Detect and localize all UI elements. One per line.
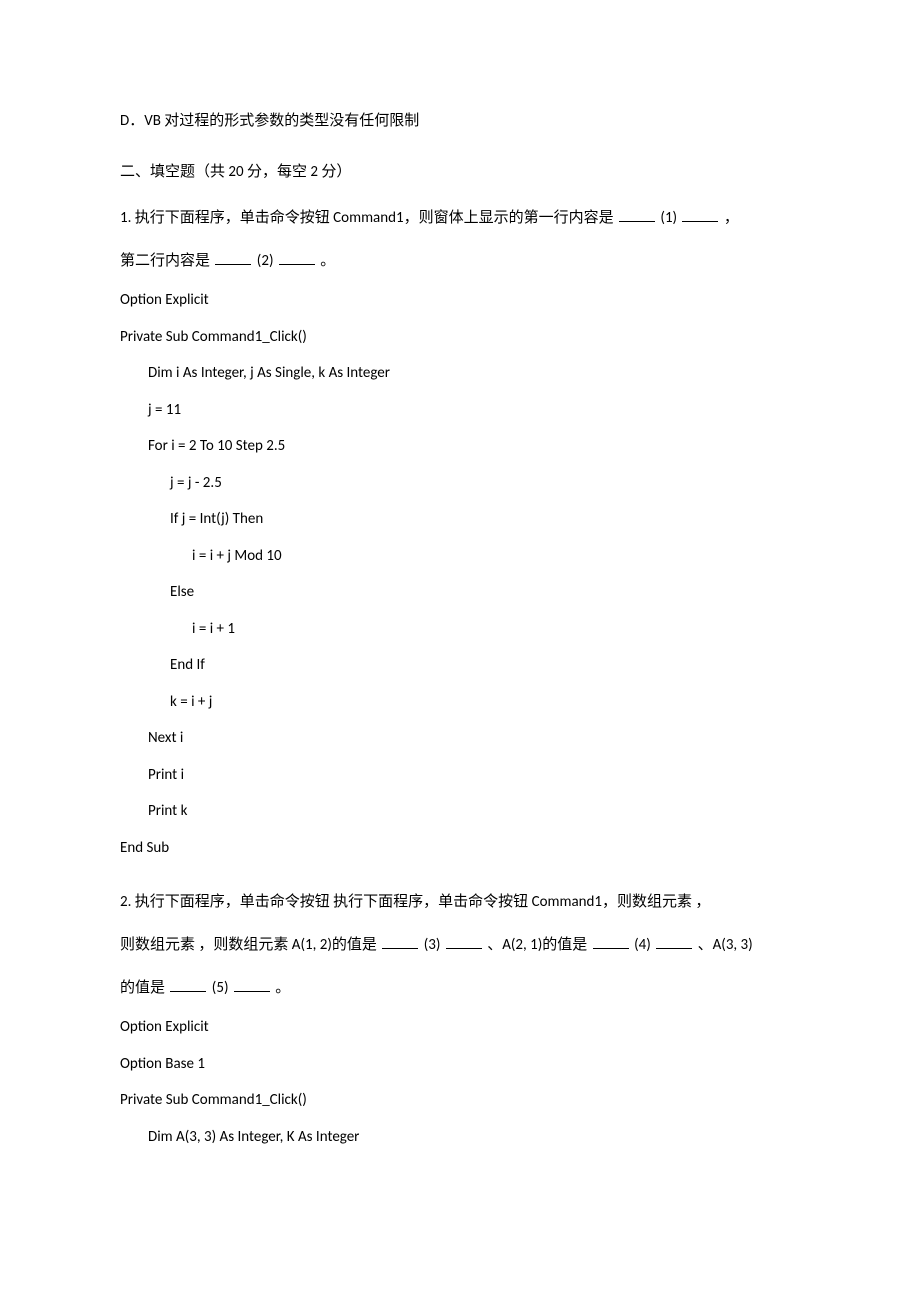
q1-line2-a: 第二行内容是 (120, 252, 213, 270)
q1-code-l3: Dim i As Integer, j As Single, k As Inte… (120, 362, 800, 385)
q1-code-l1: Option Explicit (120, 289, 800, 312)
q1-code-l9: Else (120, 581, 800, 604)
blank-left-2 (215, 249, 251, 265)
q1-code-l5: For i = 2 To 10 Step 2.5 (120, 435, 800, 458)
blank-right-3 (446, 933, 482, 949)
blank-left-1 (619, 206, 655, 222)
blank-right-4 (656, 933, 692, 949)
blank-right-5 (234, 976, 270, 992)
document-page: D．VB 对过程的形式参数的类型没有任何限制 二、填空题（共 20 分，每空 2… (0, 0, 920, 1208)
q1-code-l15: Print k (120, 800, 800, 823)
blank-left-4 (593, 933, 629, 949)
q1-code-l10: i = i + 1 (120, 618, 800, 641)
q2-intro-line1: 2. 执行下面程序，单击命令按钮 执行下面程序，单击命令按钮 Command1，… (120, 889, 800, 916)
section-2-heading: 二、填空题（共 20 分，每空 2 分） (120, 161, 800, 184)
q2-line3-b: 。 (275, 979, 290, 997)
q1-intro-line2: 第二行内容是 (2) 。 (120, 248, 800, 275)
q1-code-l11: End If (120, 654, 800, 677)
q1-code-l6: j = j - 2.5 (120, 472, 800, 495)
blank-3-label: (3) (420, 936, 443, 954)
blank-5-label: (5) (208, 979, 231, 997)
q1-code-l13: Next i (120, 727, 800, 750)
q1-intro-part-a: 1. 执行下面程序，单击命令按钮 Command1，则窗体上显示的第一行内容是 (120, 209, 617, 227)
q2-mid-b: 、A(3, 3) (698, 936, 753, 954)
q1-code-l2: Private Sub Command1_Click() (120, 326, 800, 349)
q1-intro-line1: 1. 执行下面程序，单击命令按钮 Command1，则窗体上显示的第一行内容是 … (120, 205, 800, 232)
q2-code-l1: Option Explicit (120, 1016, 800, 1039)
q1-code-l12: k = i + j (120, 691, 800, 714)
blank-left-3 (382, 933, 418, 949)
blank-1-label: (1) (657, 209, 680, 227)
q2-intro-line3: 的值是 (5) 。 (120, 975, 800, 1002)
blank-right-2 (279, 249, 315, 265)
q2-code-l2: Option Base 1 (120, 1053, 800, 1076)
q2-code-l3: Private Sub Command1_Click() (120, 1089, 800, 1112)
q1-code-l4: j = 11 (120, 399, 800, 422)
option-d-text: D．VB 对过程的形式参数的类型没有任何限制 (120, 110, 800, 133)
blank-2-label: (2) (253, 252, 276, 270)
q2-intro-a: 2. 执行下面程序，单击命令按钮 执行下面程序，单击命令按钮 Command1，… (120, 893, 710, 911)
q1-code-l8: i = i + j Mod 10 (120, 545, 800, 568)
q1-line2-b: 。 (320, 252, 335, 270)
q1-code-l16: End Sub (120, 837, 800, 860)
blank-4-label: (4) (631, 936, 654, 954)
q2-mid-a: 、A(2, 1)的值是 (487, 936, 591, 954)
blank-right-1 (682, 206, 718, 222)
q1-code-l14: Print i (120, 764, 800, 787)
q2-code-l4: Dim A(3, 3) As Integer, K As Integer (120, 1126, 800, 1149)
q2-line2-a: 则数组元素 ，则数组元素 A(1, 2)的值是 (120, 936, 380, 954)
blank-left-5 (170, 976, 206, 992)
q1-code-l7: If j = Int(j) Then (120, 508, 800, 531)
q1-intro-part-b: ， (724, 209, 739, 227)
q2-line3-a: 的值是 (120, 979, 168, 997)
q2-intro-line2: 则数组元素 ，则数组元素 A(1, 2)的值是 (3) 、A(2, 1)的值是 … (120, 932, 800, 959)
